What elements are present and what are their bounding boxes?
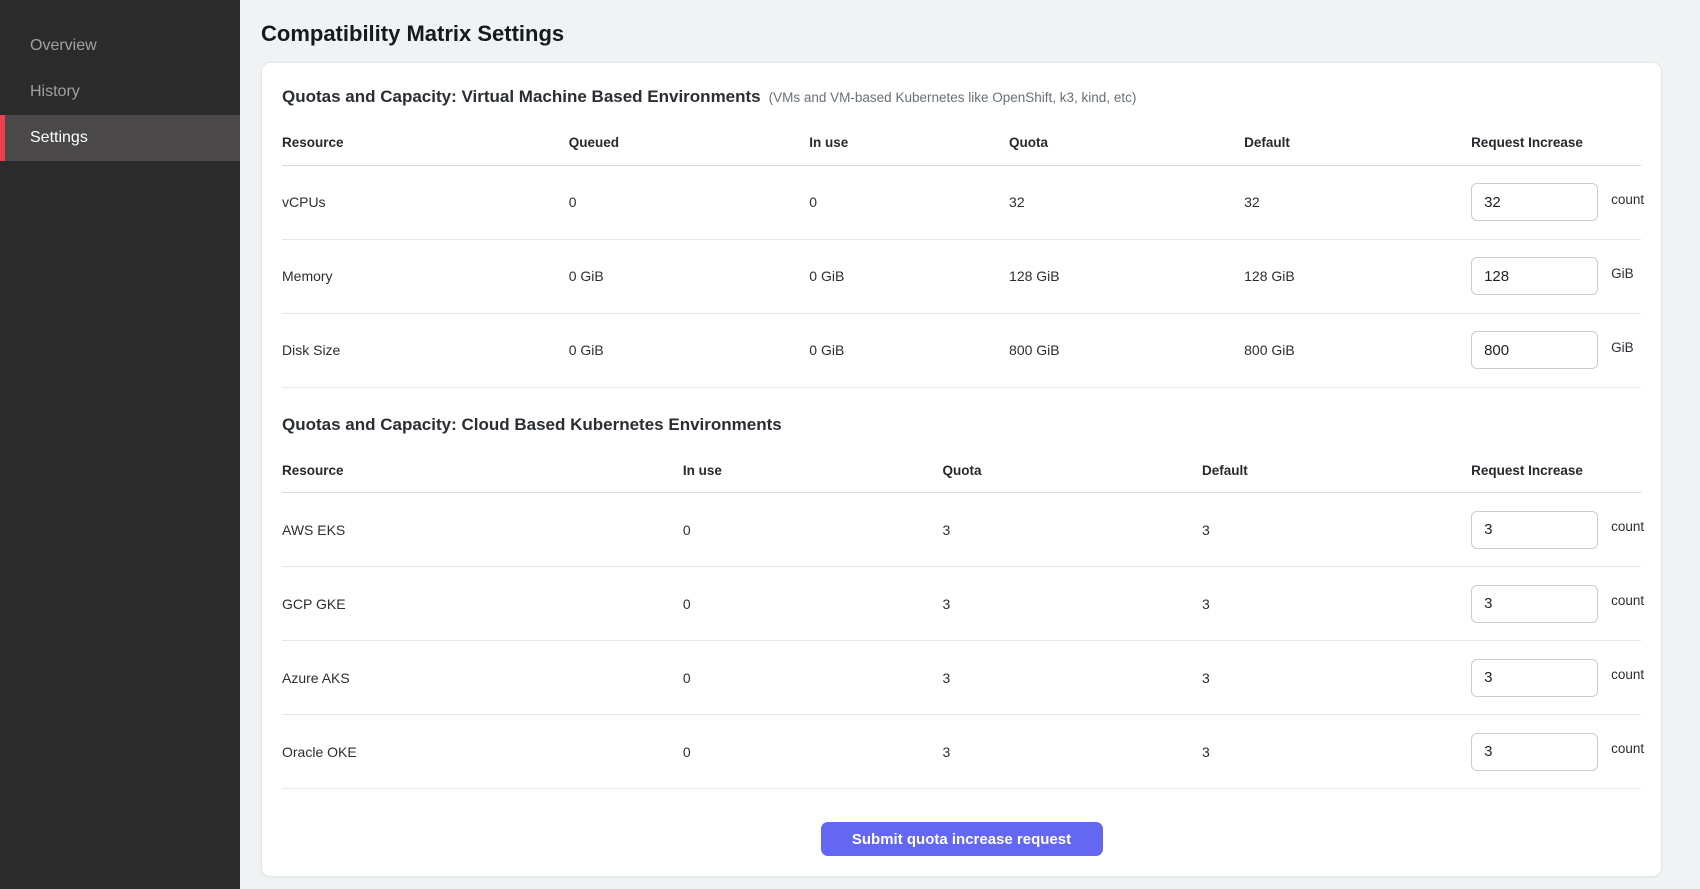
table-row-azure-aks: Azure AKS 0 3 3 count xyxy=(282,641,1641,715)
default-value: 3 xyxy=(1202,641,1471,715)
table-row-oracle-oke: Oracle OKE 0 3 3 count xyxy=(282,715,1641,789)
in-use-value: 0 GiB xyxy=(809,313,1009,387)
quota-value: 3 xyxy=(942,567,1202,641)
submit-quota-increase-button[interactable]: Submit quota increase request xyxy=(821,822,1103,856)
in-use-value: 0 xyxy=(809,165,1009,239)
in-use-value: 0 xyxy=(683,641,943,715)
vcpus-request-input[interactable] xyxy=(1471,183,1598,221)
table-header-row: Resource Queued In use Quota Default Req… xyxy=(282,121,1641,165)
oracle-oke-request-input[interactable] xyxy=(1471,733,1598,771)
default-value: 3 xyxy=(1202,493,1471,567)
main-content: Compatibility Matrix Settings Quotas and… xyxy=(240,0,1700,889)
default-value: 32 xyxy=(1244,165,1471,239)
column-header-default: Default xyxy=(1202,449,1471,493)
resource-name: Azure AKS xyxy=(282,641,683,715)
default-value: 128 GiB xyxy=(1244,239,1471,313)
unit-label: count xyxy=(1611,741,1644,756)
settings-card: Quotas and Capacity: Virtual Machine Bas… xyxy=(261,62,1662,877)
disk-size-request-input[interactable] xyxy=(1471,331,1598,369)
unit-label: GiB xyxy=(1611,340,1634,355)
column-header-in-use: In use xyxy=(809,121,1009,165)
resource-name: AWS EKS xyxy=(282,493,683,567)
unit-label: count xyxy=(1611,667,1644,682)
column-header-resource: Resource xyxy=(282,449,683,493)
quota-value: 3 xyxy=(942,493,1202,567)
queued-value: 0 GiB xyxy=(569,313,810,387)
sidebar-item-label: Overview xyxy=(30,37,97,55)
active-indicator xyxy=(0,115,5,161)
azure-aks-request-input[interactable] xyxy=(1471,659,1598,697)
quota-value: 128 GiB xyxy=(1009,239,1244,313)
vm-quota-section: Quotas and Capacity: Virtual Machine Bas… xyxy=(282,87,1641,388)
resource-name: Disk Size xyxy=(282,313,569,387)
quota-value: 3 xyxy=(942,715,1202,789)
table-header-row: Resource In use Quota Default Request In… xyxy=(282,449,1641,493)
vm-section-note: (VMs and VM-based Kubernetes like OpenSh… xyxy=(769,90,1137,105)
gcp-gke-request-input[interactable] xyxy=(1471,585,1598,623)
sidebar-item-overview[interactable]: Overview xyxy=(0,23,240,69)
in-use-value: 0 xyxy=(683,715,943,789)
table-row-aws-eks: AWS EKS 0 3 3 count xyxy=(282,493,1641,567)
column-header-default: Default xyxy=(1244,121,1471,165)
default-value: 3 xyxy=(1202,567,1471,641)
unit-label: count xyxy=(1611,593,1644,608)
in-use-value: 0 xyxy=(683,567,943,641)
vm-quota-table: Resource Queued In use Quota Default Req… xyxy=(282,121,1641,388)
table-row-memory: Memory 0 GiB 0 GiB 128 GiB 128 GiB GiB xyxy=(282,239,1641,313)
column-header-quota: Quota xyxy=(1009,121,1244,165)
page-title: Compatibility Matrix Settings xyxy=(261,20,1662,48)
memory-request-input[interactable] xyxy=(1471,257,1598,295)
sidebar-item-settings[interactable]: Settings xyxy=(0,115,240,161)
queued-value: 0 xyxy=(569,165,810,239)
resource-name: Memory xyxy=(282,239,569,313)
quota-value: 32 xyxy=(1009,165,1244,239)
unit-label: count xyxy=(1611,192,1644,207)
default-value: 800 GiB xyxy=(1244,313,1471,387)
default-value: 3 xyxy=(1202,715,1471,789)
resource-name: GCP GKE xyxy=(282,567,683,641)
button-row: Submit quota increase request xyxy=(282,822,1641,860)
column-header-request-increase: Request Increase xyxy=(1471,449,1641,493)
table-row-disk-size: Disk Size 0 GiB 0 GiB 800 GiB 800 GiB Gi… xyxy=(282,313,1641,387)
cloud-quota-section: Quotas and Capacity: Cloud Based Kuberne… xyxy=(282,415,1641,790)
table-row-gcp-gke: GCP GKE 0 3 3 count xyxy=(282,567,1641,641)
in-use-value: 0 GiB xyxy=(809,239,1009,313)
resource-name: vCPUs xyxy=(282,165,569,239)
in-use-value: 0 xyxy=(683,493,943,567)
column-header-resource: Resource xyxy=(282,121,569,165)
column-header-queued: Queued xyxy=(569,121,810,165)
quota-value: 3 xyxy=(942,641,1202,715)
table-row-vcpus: vCPUs 0 0 32 32 count xyxy=(282,165,1641,239)
vm-section-heading: Quotas and Capacity: Virtual Machine Bas… xyxy=(282,87,761,107)
sidebar-item-label: Settings xyxy=(30,129,88,147)
sidebar-item-history[interactable]: History xyxy=(0,69,240,115)
unit-label: count xyxy=(1611,519,1644,534)
column-header-quota: Quota xyxy=(942,449,1202,493)
sidebar: Overview History Settings xyxy=(0,0,240,889)
cloud-section-heading: Quotas and Capacity: Cloud Based Kuberne… xyxy=(282,415,782,435)
unit-label: GiB xyxy=(1611,266,1634,281)
column-header-in-use: In use xyxy=(683,449,943,493)
cloud-quota-table: Resource In use Quota Default Request In… xyxy=(282,449,1641,790)
queued-value: 0 GiB xyxy=(569,239,810,313)
column-header-request-increase: Request Increase xyxy=(1471,121,1641,165)
resource-name: Oracle OKE xyxy=(282,715,683,789)
aws-eks-request-input[interactable] xyxy=(1471,511,1598,549)
quota-value: 800 GiB xyxy=(1009,313,1244,387)
sidebar-item-label: History xyxy=(30,83,80,101)
